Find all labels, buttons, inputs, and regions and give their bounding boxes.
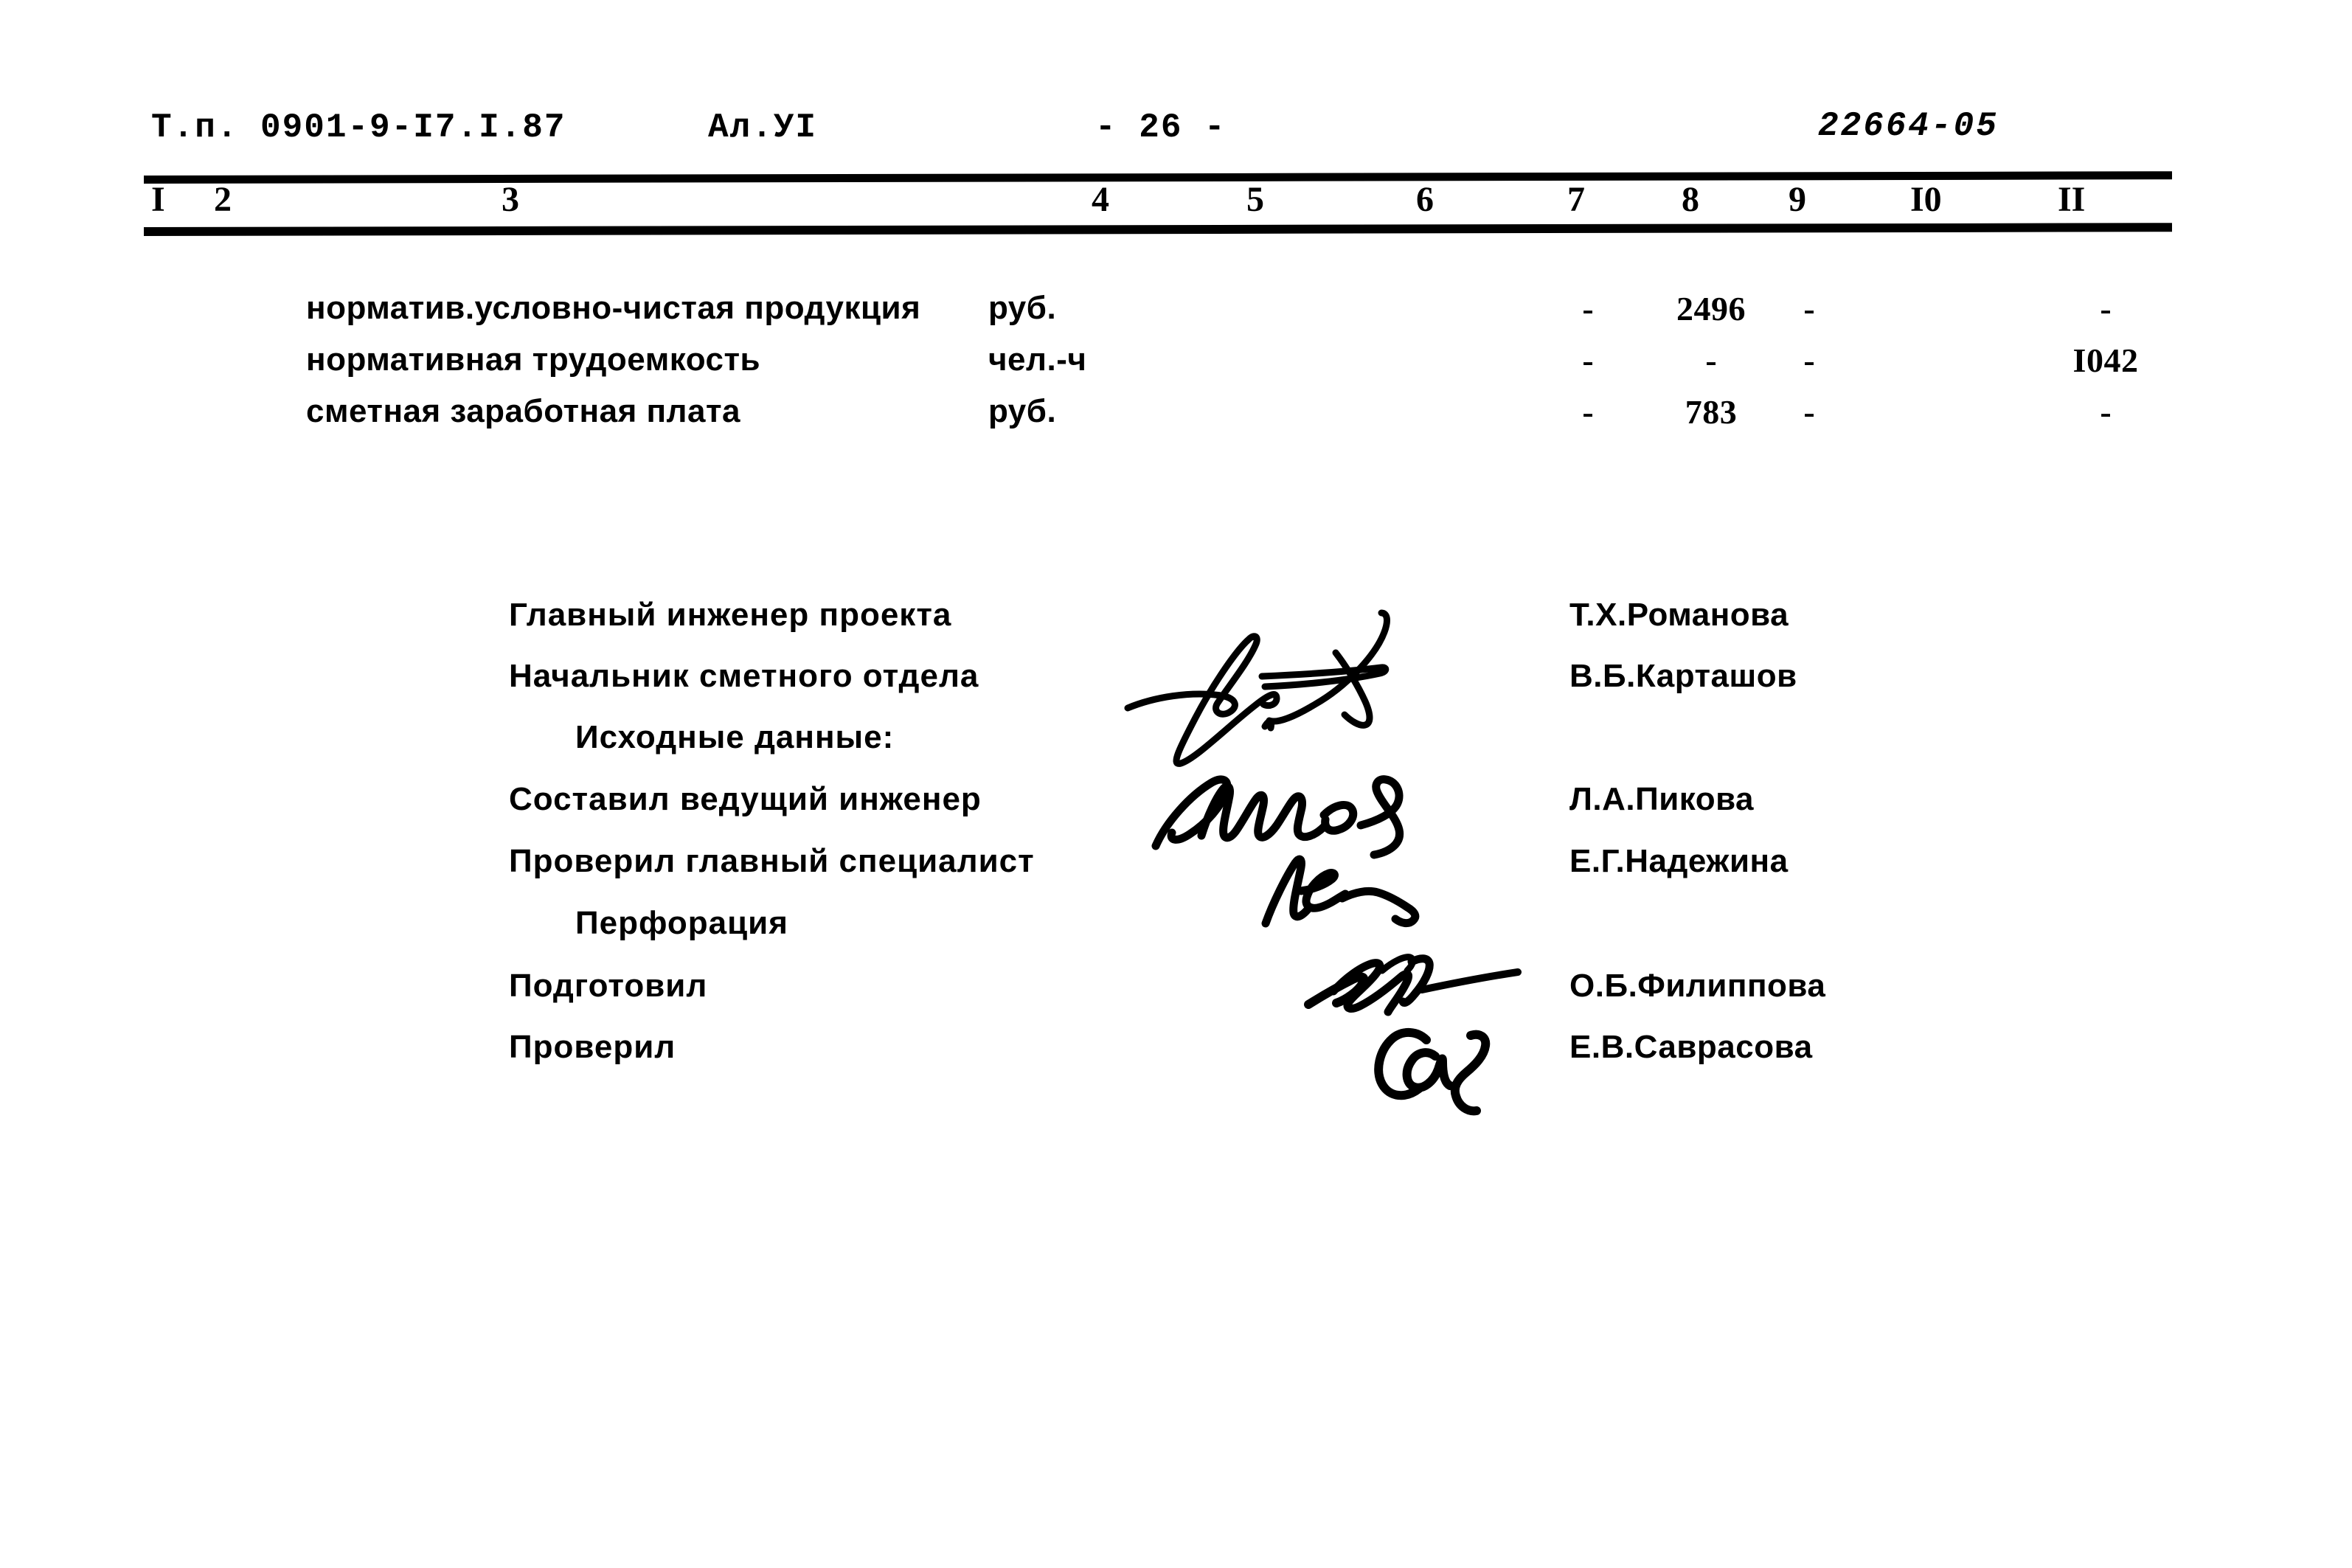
column-number-7: 7 — [1567, 180, 1585, 219]
signatory-name-filippova: О.Б.Филиппова — [1569, 968, 1826, 1004]
signature-role-estimate-head: Начальник сметного отдела — [509, 658, 979, 694]
document-type-code: Т.п. 0901-9-I7.I.87 — [151, 108, 566, 147]
signatory-name-savrasova: Е.В.Саврасова — [1569, 1029, 1813, 1065]
document-number: 22664-05 — [1818, 107, 1999, 145]
signature-role-lead-engineer: Составил ведущий инженер — [509, 781, 982, 817]
handwritten-signature-checked-by — [1357, 1016, 1519, 1116]
column-number-10: I0 — [1910, 180, 1942, 219]
signature-role-chief-specialist: Проверил главный специалист — [509, 843, 1035, 879]
table-row: нормативная трудоемкость — [306, 341, 761, 378]
table-cell-c8: 2496 — [1676, 290, 1746, 327]
table-rule-top — [143, 171, 2173, 184]
column-number-6: 6 — [1416, 180, 1434, 219]
column-number-9: 9 — [1789, 180, 1806, 219]
column-number-11: II — [2058, 180, 2086, 219]
table-cell-c11: - — [2100, 393, 2112, 431]
table-row: сметная заработная плата — [306, 393, 740, 429]
table-cell-c7: - — [1582, 341, 1594, 379]
table-cell-c9: - — [1803, 393, 1815, 431]
document-page: Т.п. 0901-9-I7.I.87 Ал.УI - 26 - 22664-0… — [0, 0, 2352, 1568]
signature-role-prepared-by: Подготовил — [509, 968, 708, 1004]
section-heading-perforation: Перфорация — [575, 905, 788, 941]
table-cell-c7: - — [1582, 393, 1594, 431]
signatory-name-romanova: Т.Х.Романова — [1569, 597, 1789, 633]
column-number-2: 2 — [214, 180, 232, 219]
signatory-name-pikova: Л.А.Пикова — [1569, 781, 1755, 817]
handwritten-signature-lead-engineer — [1139, 771, 1435, 867]
signatory-name-kartashov: В.Б.Карташов — [1569, 658, 1797, 694]
table-cell-unit: руб. — [988, 290, 1057, 326]
table-cell-unit: руб. — [988, 393, 1057, 429]
table-rule-bottom — [143, 223, 2173, 236]
handwritten-signature-chief-specialist — [1254, 848, 1438, 929]
column-number-4: 4 — [1092, 180, 1109, 219]
table-cell-c11: - — [2100, 290, 2112, 327]
signature-role-chief-engineer: Главный инженер проекта — [509, 597, 952, 633]
signatory-name-nadezhina: Е.Г.Надежина — [1569, 843, 1789, 879]
signature-role-checked-by: Проверил — [509, 1029, 676, 1065]
handwritten-signature-prepared-by — [1304, 944, 1549, 1025]
album-label: Ал.УI — [708, 108, 818, 147]
column-number-3: 3 — [502, 180, 519, 219]
table-cell-c9: - — [1803, 341, 1815, 379]
table-cell-c11: I042 — [2072, 341, 2139, 379]
table-row: норматив.условно-чистая продукция — [306, 290, 921, 326]
page-number: - 26 - — [1095, 108, 1227, 147]
column-number-5: 5 — [1246, 180, 1264, 219]
section-heading-source-data: Исходные данные: — [575, 719, 895, 755]
table-cell-c8: - — [1705, 341, 1717, 379]
table-cell-c7: - — [1582, 290, 1594, 327]
table-cell-c8: 783 — [1685, 393, 1738, 431]
handwritten-signature-chief-engineer — [1124, 608, 1442, 793]
table-cell-c9: - — [1803, 290, 1815, 327]
column-number-1: I — [151, 180, 165, 219]
table-cell-unit: чел.-ч — [988, 341, 1087, 378]
column-number-8: 8 — [1682, 180, 1699, 219]
